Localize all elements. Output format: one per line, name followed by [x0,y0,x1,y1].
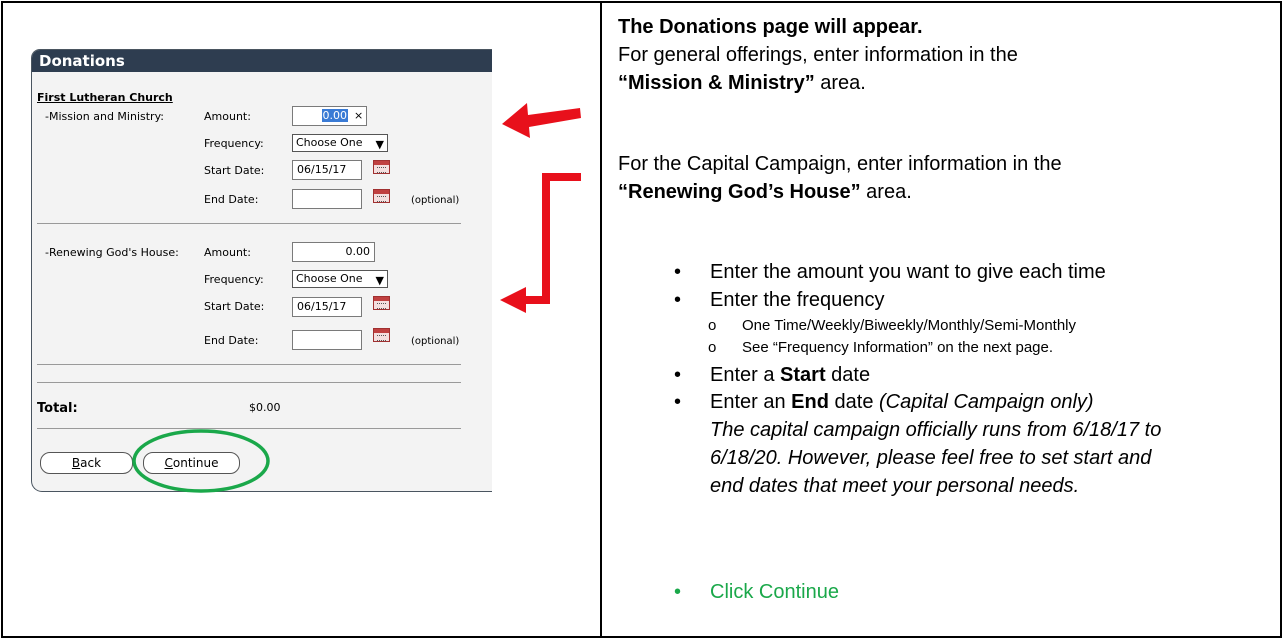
renewing-frequency-select[interactable]: Choose One ▼ [292,270,388,288]
instructions-line: “Renewing God’s House” area. [618,181,912,203]
sub-bullet-icon: o [708,317,717,334]
frequency-label: Frequency: [204,137,264,150]
step-click-continue: Click Continue [710,581,839,603]
amount-label: Amount: [204,110,251,123]
chevron-down-icon: ▼ [375,138,384,151]
sub-bullet-icon: o [708,339,717,356]
total-label: Total: [37,401,78,416]
step-amount: Enter the amount you want to give each t… [710,261,1106,283]
renewing-start-date-input[interactable]: 06/15/17 [292,297,362,317]
divider [37,382,461,383]
divider [37,428,461,429]
start-date-label: Start Date: [204,164,265,177]
instructions-line: For the Capital Campaign, enter informat… [618,153,1062,175]
group-label-mission: -Mission and Ministry: [45,110,164,123]
end-date-label: End Date: [204,193,259,206]
bullet-icon: • [674,391,682,413]
mission-frequency-select[interactable]: Choose One ▼ [292,134,388,152]
divider [37,364,461,365]
start-date-label: Start Date: [204,300,265,313]
bullet-icon: • [674,289,682,311]
panel-title: Donations [32,50,492,72]
step-end-date: Enter an End date (Capital Campaign only… [710,391,1094,413]
total-value: $0.00 [249,401,281,414]
amount-label: Amount: [204,246,251,259]
frequency-label: Frequency: [204,273,264,286]
frequency-options: One Time/Weekly/Biweekly/Monthly/Semi-Mo… [742,317,1076,334]
optional-note: (optional) [411,195,460,206]
donations-panel: Donations First Lutheran Church -Mission… [31,49,492,492]
renewing-end-date-input[interactable] [292,330,362,350]
church-name[interactable]: First Lutheran Church [37,91,173,104]
mission-start-date-input[interactable]: 06/15/17 [292,160,362,180]
calendar-icon[interactable] [373,328,390,342]
mission-end-date-input[interactable] [292,189,362,209]
campaign-note: The capital campaign officially runs fro… [710,419,1162,441]
bullet-icon: • [674,581,682,603]
calendar-icon[interactable] [373,189,390,203]
campaign-note: end dates that meet your personal needs. [710,475,1080,497]
campaign-note: 6/18/20. However, please feel free to se… [710,447,1152,469]
chevron-down-icon: ▼ [375,274,384,287]
frequency-info-note: See “Frequency Information” on the next … [742,339,1054,356]
optional-note: (optional) [411,336,460,347]
end-date-label: End Date: [204,334,259,347]
renewing-amount-input[interactable]: 0.00 [292,242,375,262]
calendar-icon[interactable] [373,296,390,310]
instructions-line: For general offerings, enter information… [618,44,1018,66]
continue-button[interactable]: Continue [143,452,240,474]
bullet-icon: • [674,364,682,386]
back-button[interactable]: Back [40,452,133,474]
divider [37,223,461,224]
group-label-renewing: -Renewing God's House: [45,246,179,259]
instructions-heading: The Donations page will appear. [618,16,923,38]
instructions-line: “Mission & Ministry” area. [618,72,866,94]
calendar-icon[interactable] [373,160,390,174]
step-frequency: Enter the frequency [710,289,885,311]
step-start-date: Enter a Start date [710,364,871,386]
clear-icon[interactable]: × [354,109,363,122]
bullet-icon: • [674,261,682,283]
